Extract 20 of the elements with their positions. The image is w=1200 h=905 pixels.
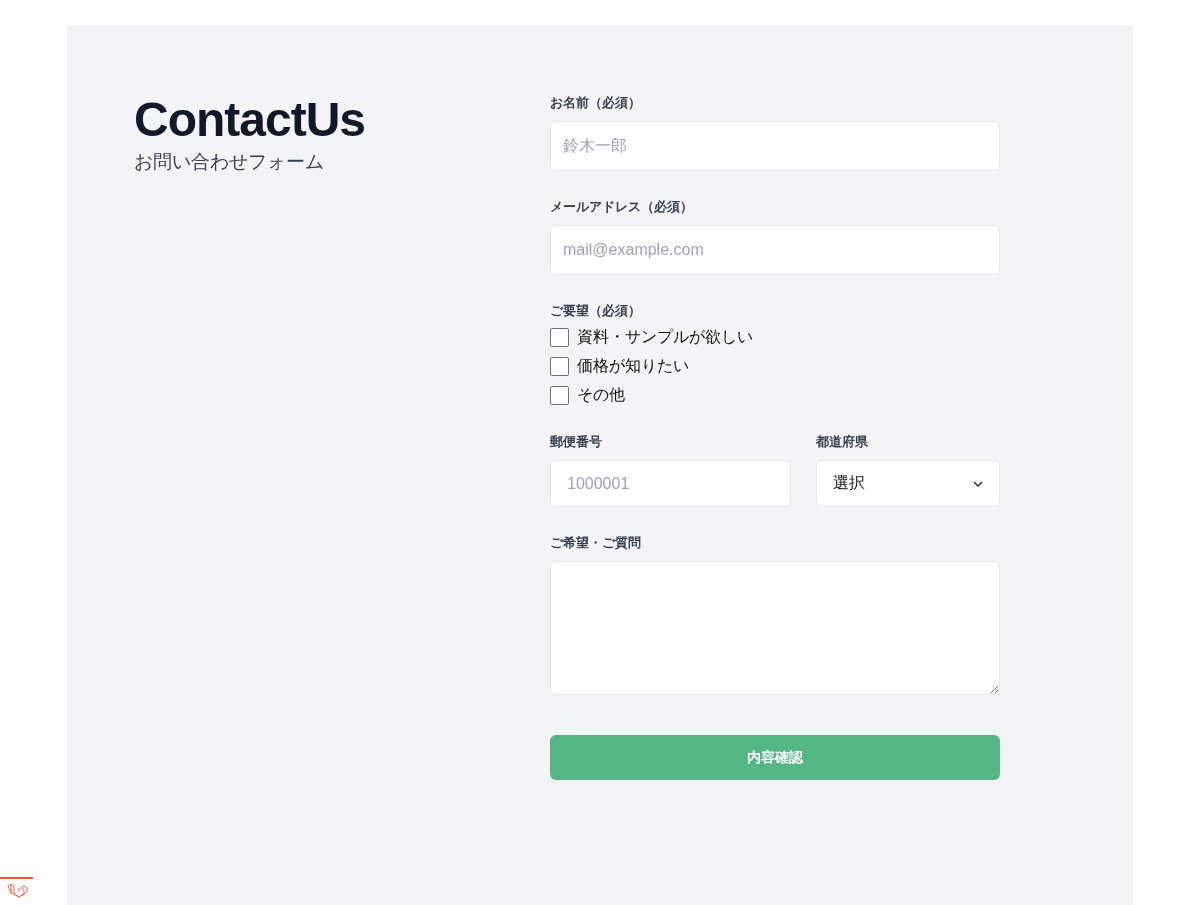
checkbox-label[interactable]: 価格が知りたい xyxy=(577,356,689,377)
checkbox-label[interactable]: 資料・サンプルが欲しい xyxy=(577,327,753,348)
checkbox[interactable] xyxy=(550,357,569,376)
page-subtitle: お問い合わせフォーム xyxy=(134,150,325,174)
field-label: 都道府県 xyxy=(816,434,869,450)
field-label: 郵便番号 xyxy=(550,434,603,450)
textarea-field[interactable] xyxy=(550,561,1000,695)
checkbox[interactable] xyxy=(550,328,569,347)
input-field[interactable]: 1000001 xyxy=(550,460,791,507)
checkbox[interactable] xyxy=(550,386,569,405)
page-title: ContactUs xyxy=(134,92,367,148)
input-field[interactable]: 鈴木一郎 xyxy=(550,121,1000,171)
chevron-down-icon xyxy=(973,480,983,487)
field-label: ご要望（必須） xyxy=(550,303,642,319)
input-field[interactable]: mail@example.com xyxy=(550,225,1000,275)
checkbox-label[interactable]: その他 xyxy=(577,385,625,406)
field-label: お名前（必須） xyxy=(550,95,642,111)
field-label: ご希望・ご質問 xyxy=(550,535,642,551)
select-field[interactable]: 選択 xyxy=(816,460,1000,507)
field-label: メールアドレス（必須） xyxy=(550,199,694,215)
